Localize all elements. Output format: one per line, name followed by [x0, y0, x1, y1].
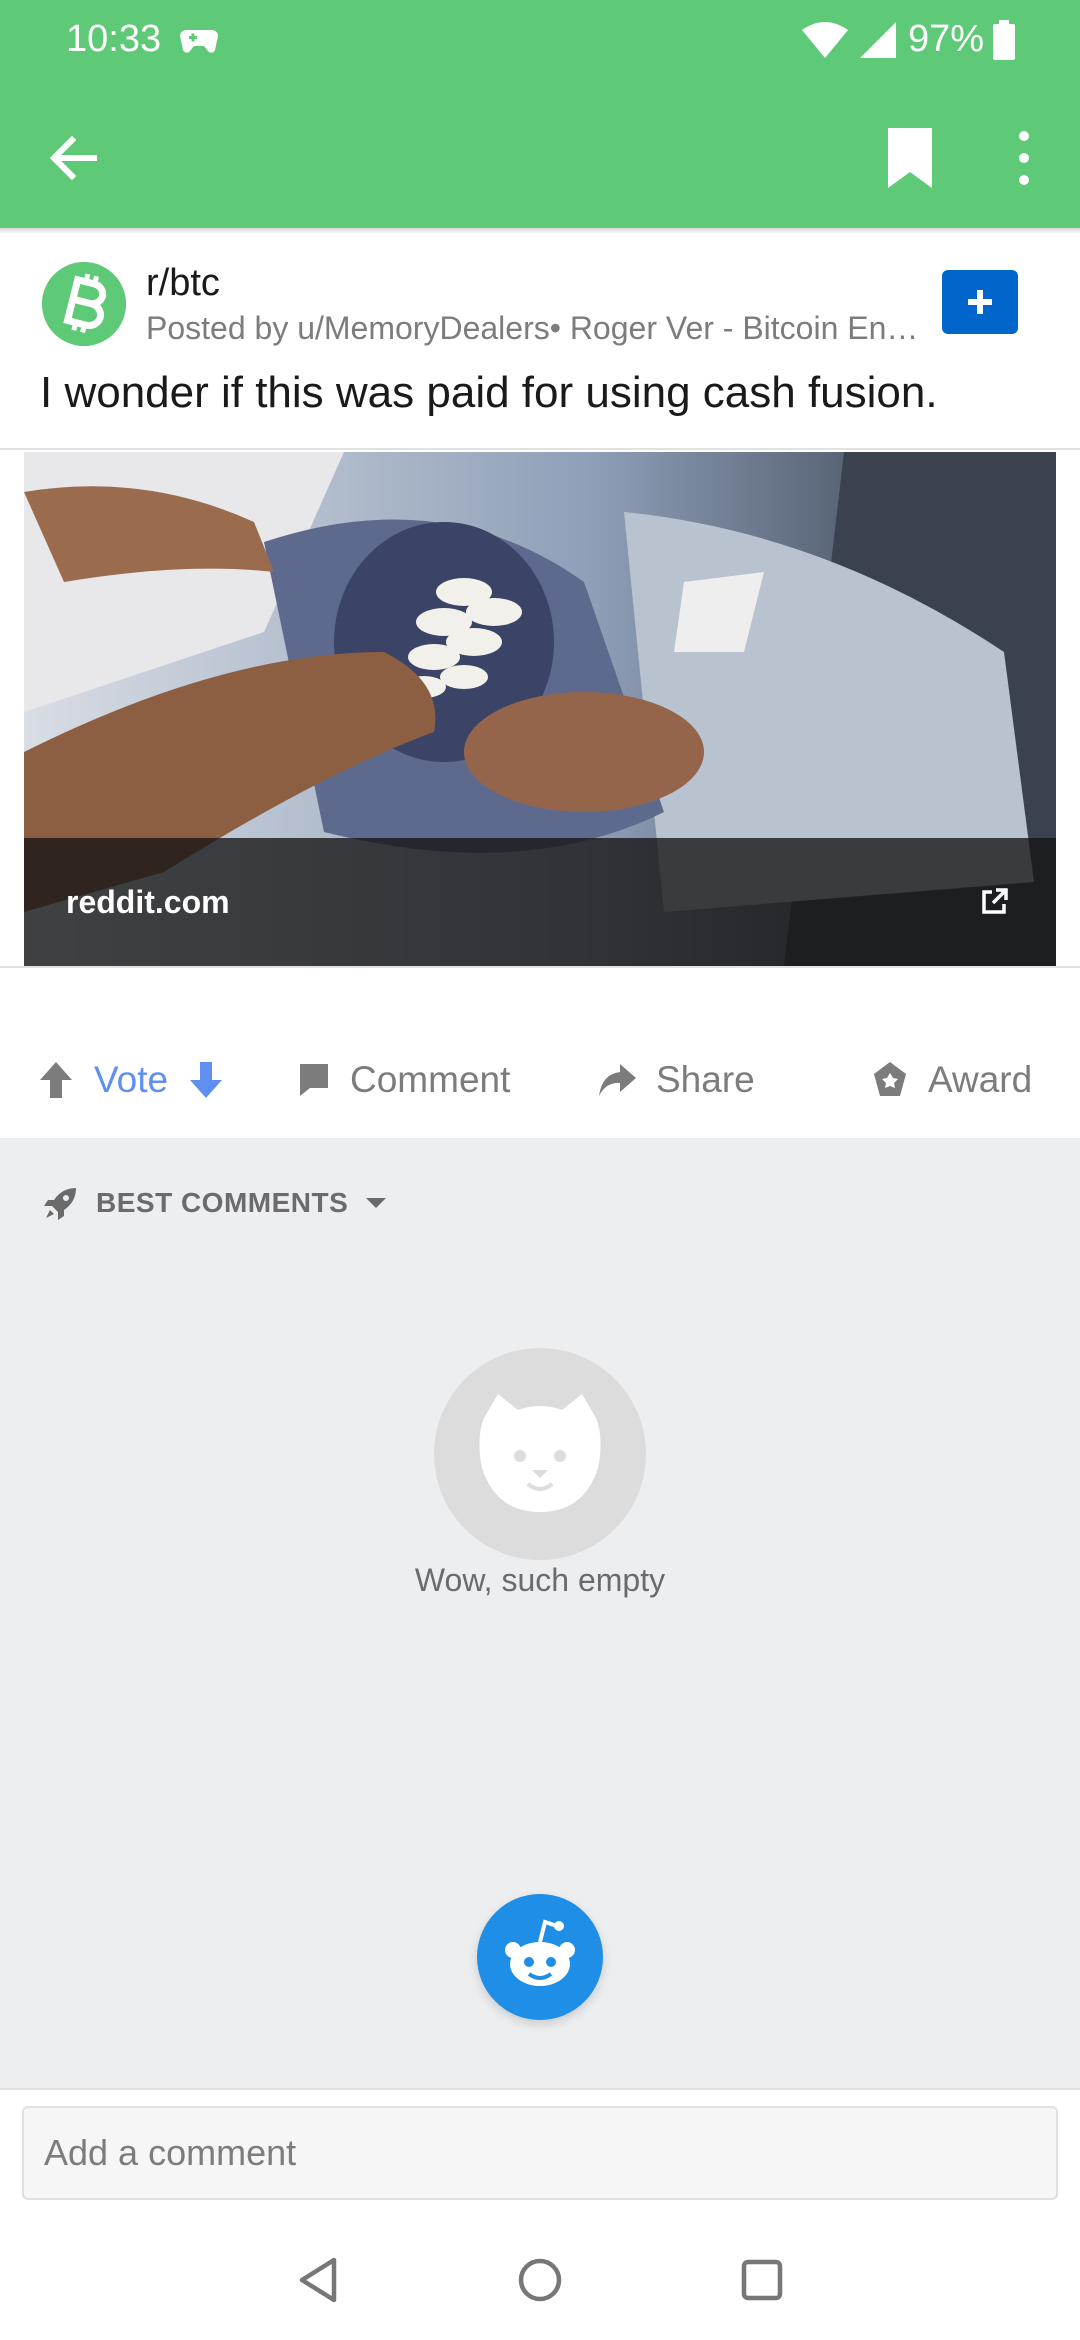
vote-control: Vote: [36, 1050, 226, 1110]
comment-sort-dropdown[interactable]: BEST COMMENTS: [42, 1184, 388, 1222]
plus-icon: [968, 290, 992, 314]
back-arrow-icon[interactable]: [40, 124, 108, 192]
sort-label: BEST COMMENTS: [96, 1187, 349, 1218]
bookmark-icon[interactable]: [880, 124, 940, 192]
status-time: 10:33: [66, 18, 162, 60]
battery-icon: [993, 20, 1015, 60]
award-label: Award: [928, 1059, 1033, 1100]
empty-state-text: Wow, such empty: [414, 1562, 666, 1598]
post-image[interactable]: reddit.com: [24, 452, 1056, 966]
comment-bar: [0, 2088, 1080, 2220]
post-actions: Vote Comment Share Award: [0, 1010, 1080, 1140]
caret-down-icon: [366, 1198, 387, 1208]
cell-signal-icon: [860, 22, 896, 58]
more-vert-icon[interactable]: [1000, 124, 1048, 192]
system-nav-bar: [0, 2220, 1080, 2340]
award-button[interactable]: Award: [870, 1050, 1032, 1110]
external-link-icon[interactable]: [976, 884, 1012, 920]
comments-section: BEST COMMENTS Wow, such empty: [0, 1138, 1080, 2088]
app-toolbar: [0, 80, 1080, 228]
link-overlay: reddit.com: [24, 838, 1056, 966]
comment-bubble-icon: [300, 1064, 328, 1096]
snoo-icon: [505, 1919, 575, 1986]
nav-back-icon[interactable]: [290, 2250, 350, 2310]
post-title: I wonder if this was paid for using cash…: [40, 368, 938, 417]
comment-label: Comment: [350, 1059, 511, 1100]
nav-home-icon[interactable]: [510, 2250, 570, 2310]
add-comment-input[interactable]: [22, 2106, 1058, 2200]
join-subreddit-button[interactable]: [942, 270, 1018, 334]
upvote-arrow-icon[interactable]: [36, 1058, 76, 1102]
award-icon: [874, 1062, 906, 1096]
rocket-icon: [44, 1188, 76, 1220]
link-domain[interactable]: reddit.com: [66, 884, 230, 921]
link-preview[interactable]: reddit.com: [0, 448, 1080, 968]
share-arrow-icon: [599, 1064, 636, 1096]
snoo-fab-button[interactable]: [477, 1894, 603, 2020]
post-byline[interactable]: Posted by u/MemoryDealers• Roger Ver - B…: [146, 310, 926, 347]
game-controller-icon: [180, 30, 218, 53]
wifi-icon: [802, 22, 848, 58]
downvote-arrow-icon[interactable]: [186, 1058, 226, 1102]
comment-button[interactable]: Comment: [296, 1050, 510, 1110]
subreddit-name[interactable]: r/btc: [146, 262, 220, 305]
cat-face-icon: [479, 1394, 601, 1512]
share-label: Share: [656, 1059, 755, 1100]
post-header: r/btc Posted by u/MemoryDealers• Roger V…: [0, 234, 1080, 454]
vote-label: Vote: [94, 1059, 169, 1100]
status-bar: 10:33 97%: [0, 0, 1080, 80]
subreddit-avatar-bitcoin-icon[interactable]: [42, 262, 126, 346]
share-button[interactable]: Share: [596, 1050, 755, 1110]
nav-recents-icon[interactable]: [732, 2250, 792, 2310]
empty-state-illustration: [434, 1348, 646, 1560]
battery-percent: 97%: [908, 18, 985, 60]
